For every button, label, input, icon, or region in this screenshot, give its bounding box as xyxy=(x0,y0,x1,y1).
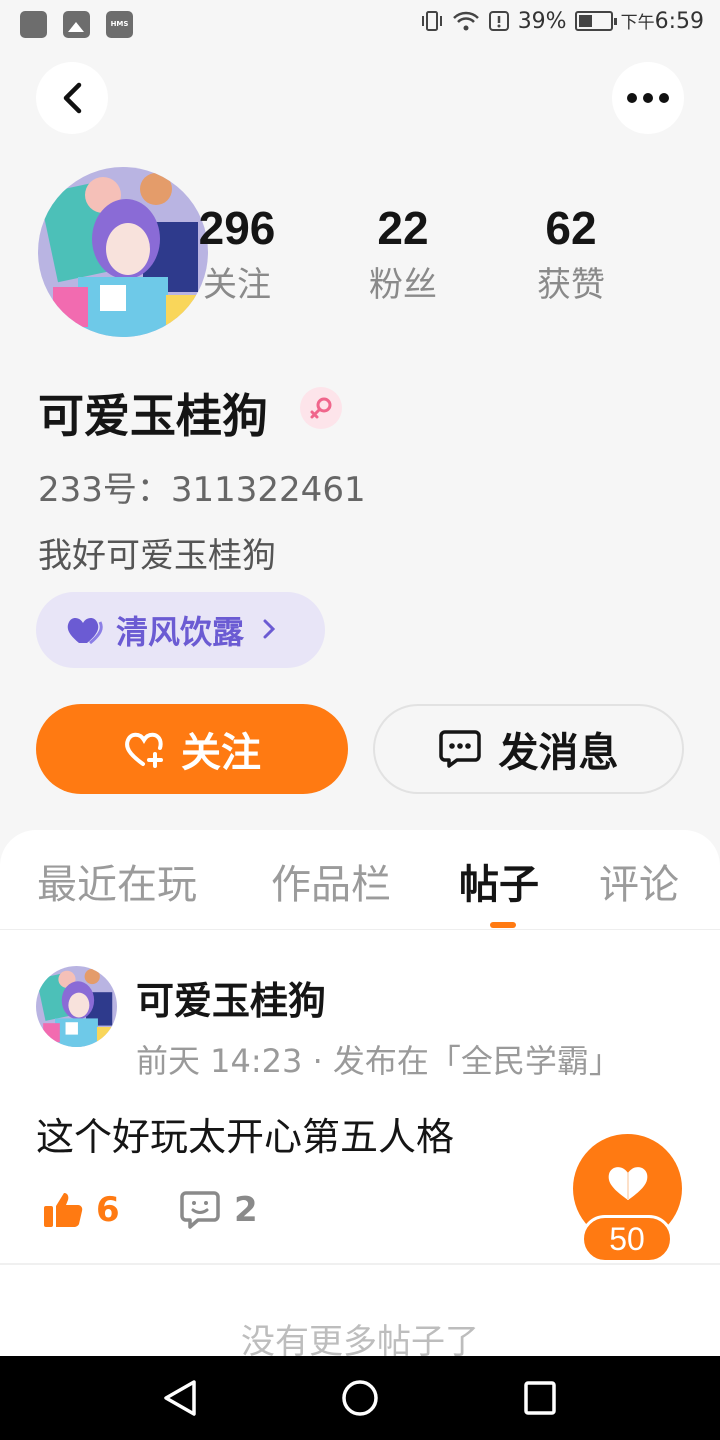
clock: 6:59 xyxy=(654,9,704,34)
comment-icon xyxy=(180,1191,220,1229)
following-count: 296 xyxy=(198,202,276,254)
active-tab-indicator xyxy=(490,922,516,928)
fans-count: 22 xyxy=(377,202,429,254)
post-author[interactable]: 可爱玉桂狗 xyxy=(136,970,326,1025)
likes-label: 获赞 xyxy=(537,265,605,305)
heart-tag-icon xyxy=(67,617,103,645)
chat-icon xyxy=(438,730,481,768)
chevron-left-icon xyxy=(63,82,82,114)
heart-plus-icon xyxy=(125,732,163,768)
hms-icon: HMS xyxy=(106,11,133,38)
user-id: 233号：311322461 xyxy=(38,470,366,510)
like-button[interactable]: 6 xyxy=(42,1190,120,1230)
post-avatar[interactable] xyxy=(36,966,117,1047)
gender-badge xyxy=(300,387,342,429)
battery-percent: 39% xyxy=(517,8,567,34)
battery-icon xyxy=(574,11,617,31)
thumbs-up-icon xyxy=(44,1193,83,1227)
tab-recently-played[interactable]: 最近在玩 xyxy=(37,852,197,910)
username: 可爱玉桂狗 xyxy=(38,389,268,443)
tab-posts[interactable]: 帖子 xyxy=(459,852,539,910)
content-panel: 最近在玩 作品栏 帖子 评论 xyxy=(0,830,720,1360)
post-content[interactable]: 这个好玩太开心第五人格 xyxy=(36,1106,454,1161)
status-bar: HMS 39% 下午6:59 xyxy=(0,0,720,50)
following-label: 关注 xyxy=(203,265,271,305)
tab-comments[interactable]: 评论 xyxy=(599,852,679,910)
chevron-right-icon xyxy=(262,613,276,648)
likes-stat[interactable]: 62 获赞 xyxy=(496,200,646,310)
wifi-icon xyxy=(452,11,479,31)
alert-icon xyxy=(488,11,509,31)
divider xyxy=(0,1263,720,1265)
comment-count: 2 xyxy=(234,1190,258,1230)
female-icon xyxy=(310,397,332,419)
more-dots-icon xyxy=(627,93,669,103)
nav-back-icon[interactable] xyxy=(162,1378,198,1418)
time-prefix: 下午 xyxy=(620,13,655,33)
nav-home-icon[interactable] xyxy=(341,1378,379,1418)
back-button[interactable] xyxy=(36,62,108,134)
heart-icon xyxy=(608,1167,647,1200)
tab-bar: 最近在玩 作品栏 帖子 评论 xyxy=(0,830,720,930)
system-navigation-bar xyxy=(0,1356,720,1440)
vibrate-icon xyxy=(421,11,442,31)
nav-recents-icon[interactable] xyxy=(523,1378,557,1418)
tag-pill[interactable]: 清风饮露 xyxy=(36,592,325,668)
follow-button[interactable]: 关注 xyxy=(36,704,348,794)
fans-stat[interactable]: 22 粉丝 xyxy=(328,200,478,310)
bio: 我好可爱玉桂狗 xyxy=(38,536,276,576)
follow-label: 关注 xyxy=(181,730,261,776)
like-count: 6 xyxy=(96,1190,120,1230)
tag-label: 清风饮露 xyxy=(116,613,245,651)
tab-works[interactable]: 作品栏 xyxy=(271,852,391,910)
image-notification-icon xyxy=(63,11,90,38)
fans-label: 粉丝 xyxy=(369,265,437,305)
following-stat[interactable]: 296 关注 xyxy=(162,200,312,310)
likes-count: 62 xyxy=(545,202,597,254)
floating-like-count: 50 xyxy=(581,1215,673,1263)
app-notification-icon xyxy=(20,11,47,38)
message-button[interactable]: 发消息 xyxy=(373,704,684,794)
comment-button[interactable]: 2 xyxy=(180,1190,258,1230)
more-button[interactable] xyxy=(612,62,684,134)
message-label: 发消息 xyxy=(498,730,619,776)
post-meta: 前天 14:23 · 发布在「全民学霸」 xyxy=(136,1042,621,1080)
